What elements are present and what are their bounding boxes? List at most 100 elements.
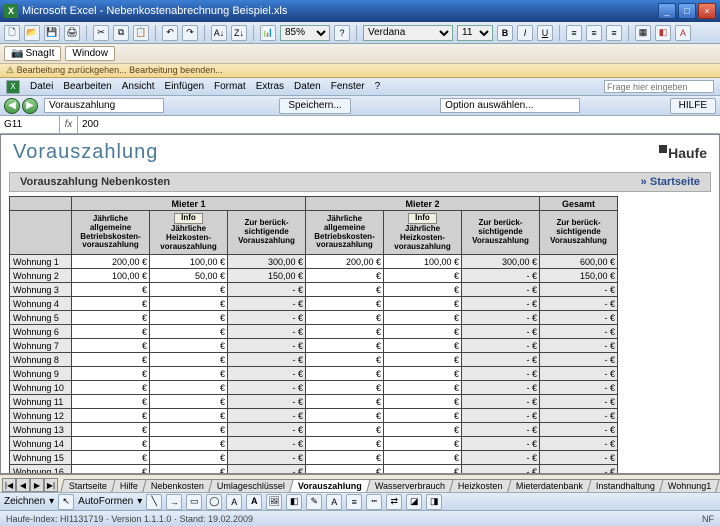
fontcolor-icon[interactable]: A bbox=[326, 494, 342, 510]
cell[interactable]: 200,00 € bbox=[72, 255, 150, 269]
cell[interactable]: € bbox=[384, 451, 462, 465]
chart-icon[interactable]: 📊 bbox=[260, 25, 276, 41]
undo-icon[interactable]: ↶ bbox=[162, 25, 178, 41]
sheet-tab[interactable]: Nebenkosten bbox=[142, 479, 213, 492]
cell[interactable]: € bbox=[306, 465, 384, 475]
cell[interactable]: € bbox=[306, 269, 384, 283]
cell[interactable]: - € bbox=[228, 353, 306, 367]
cell[interactable]: € bbox=[306, 423, 384, 437]
cell[interactable]: € bbox=[306, 409, 384, 423]
cell[interactable]: - € bbox=[462, 465, 540, 475]
cell[interactable]: - € bbox=[540, 465, 618, 475]
cell[interactable]: € bbox=[306, 381, 384, 395]
cell[interactable]: € bbox=[72, 311, 150, 325]
cell[interactable]: - € bbox=[462, 297, 540, 311]
cell[interactable]: € bbox=[306, 297, 384, 311]
cell[interactable]: - € bbox=[540, 367, 618, 381]
rectangle-icon[interactable]: ▭ bbox=[186, 494, 202, 510]
cell[interactable]: - € bbox=[228, 325, 306, 339]
cell[interactable]: € bbox=[150, 409, 228, 423]
sort-asc-icon[interactable]: A↓ bbox=[211, 25, 227, 41]
cell[interactable]: € bbox=[150, 465, 228, 475]
autoshapes-menu[interactable]: AutoFormen bbox=[78, 496, 133, 507]
save-button[interactable]: Speichern... bbox=[279, 98, 350, 114]
arrow-icon[interactable]: → bbox=[166, 494, 182, 510]
wordart-icon[interactable]: 𝐀 bbox=[246, 494, 262, 510]
cell[interactable]: € bbox=[306, 311, 384, 325]
cell[interactable]: - € bbox=[540, 423, 618, 437]
cell[interactable]: - € bbox=[540, 325, 618, 339]
cell[interactable]: € bbox=[150, 381, 228, 395]
cell[interactable]: 50,00 € bbox=[150, 269, 228, 283]
option-select[interactable]: Option auswählen... bbox=[440, 98, 580, 113]
cell[interactable]: - € bbox=[462, 269, 540, 283]
cell[interactable]: - € bbox=[540, 381, 618, 395]
cell[interactable]: - € bbox=[462, 311, 540, 325]
copy-icon[interactable]: ⧉ bbox=[113, 25, 129, 41]
draw-menu[interactable]: Zeichnen bbox=[4, 496, 45, 507]
cell[interactable]: € bbox=[150, 423, 228, 437]
cell[interactable]: € bbox=[384, 297, 462, 311]
cell[interactable]: - € bbox=[462, 381, 540, 395]
sheet-tab[interactable]: Wasserverbrauch bbox=[366, 479, 454, 492]
underline-icon[interactable]: U bbox=[537, 25, 553, 41]
cell[interactable]: - € bbox=[228, 423, 306, 437]
sheet-tab[interactable]: Umlageschlüssel bbox=[208, 479, 294, 492]
startseite-link[interactable]: » Startseite bbox=[641, 176, 700, 188]
cell[interactable]: € bbox=[72, 423, 150, 437]
cell[interactable]: € bbox=[72, 283, 150, 297]
menu-format[interactable]: Format bbox=[214, 81, 246, 92]
cell[interactable]: € bbox=[150, 367, 228, 381]
tab-last-button[interactable]: ▶| bbox=[44, 478, 58, 492]
cell[interactable]: € bbox=[150, 353, 228, 367]
cell[interactable]: - € bbox=[462, 339, 540, 353]
open-icon[interactable]: 📂 bbox=[24, 25, 40, 41]
fx-icon[interactable]: fx bbox=[60, 116, 78, 133]
cell[interactable]: - € bbox=[228, 409, 306, 423]
cell[interactable]: € bbox=[72, 367, 150, 381]
cell[interactable]: € bbox=[306, 339, 384, 353]
cell[interactable]: € bbox=[72, 353, 150, 367]
cell[interactable]: - € bbox=[540, 311, 618, 325]
italic-icon[interactable]: I bbox=[517, 25, 533, 41]
cell[interactable]: € bbox=[150, 339, 228, 353]
redo-icon[interactable]: ↷ bbox=[182, 25, 198, 41]
cell[interactable]: 100,00 € bbox=[384, 255, 462, 269]
cell[interactable]: - € bbox=[540, 409, 618, 423]
cell[interactable]: - € bbox=[540, 339, 618, 353]
cell[interactable]: € bbox=[384, 395, 462, 409]
close-button[interactable]: × bbox=[698, 3, 716, 19]
fillcolor-icon[interactable]: ◧ bbox=[655, 25, 671, 41]
sheet-tab[interactable]: Hilfe bbox=[111, 479, 146, 492]
nav-back-button[interactable]: ◀ bbox=[4, 98, 20, 114]
cell[interactable]: € bbox=[384, 353, 462, 367]
cell[interactable]: - € bbox=[462, 423, 540, 437]
tab-first-button[interactable]: |◀ bbox=[2, 478, 16, 492]
cell[interactable]: € bbox=[72, 395, 150, 409]
cell[interactable]: 300,00 € bbox=[462, 255, 540, 269]
menu-datei[interactable]: Datei bbox=[30, 81, 53, 92]
maximize-button[interactable]: □ bbox=[678, 3, 696, 19]
cell[interactable]: - € bbox=[462, 409, 540, 423]
cell[interactable]: - € bbox=[540, 353, 618, 367]
menu-ansicht[interactable]: Ansicht bbox=[122, 81, 155, 92]
cell[interactable]: - € bbox=[462, 437, 540, 451]
cell[interactable]: - € bbox=[540, 297, 618, 311]
cell[interactable]: - € bbox=[462, 283, 540, 297]
nav-forward-button[interactable]: ▶ bbox=[22, 98, 38, 114]
cell[interactable]: € bbox=[72, 297, 150, 311]
cell[interactable]: € bbox=[384, 311, 462, 325]
cell[interactable]: € bbox=[72, 451, 150, 465]
fillcolor-icon[interactable]: ◧ bbox=[286, 494, 302, 510]
formula-input[interactable]: 200 bbox=[78, 119, 720, 130]
cell[interactable]: 150,00 € bbox=[228, 269, 306, 283]
cell[interactable]: - € bbox=[462, 353, 540, 367]
cell[interactable]: € bbox=[306, 367, 384, 381]
shadow-icon[interactable]: ◪ bbox=[406, 494, 422, 510]
worksheet-area[interactable]: Vorauszahlung Haufe Vorauszahlung Nebenk… bbox=[0, 134, 720, 474]
cell[interactable]: - € bbox=[540, 395, 618, 409]
cell[interactable]: € bbox=[306, 395, 384, 409]
new-icon[interactable]: 🗋 bbox=[4, 25, 20, 41]
help-button[interactable]: HILFE bbox=[670, 98, 716, 114]
cell[interactable]: € bbox=[384, 437, 462, 451]
